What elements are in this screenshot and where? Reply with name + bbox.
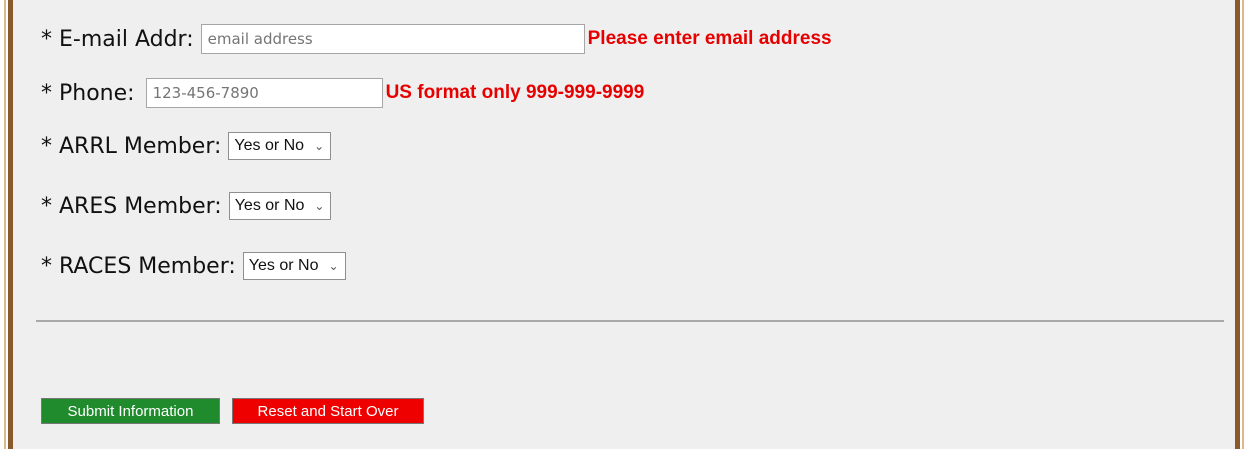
email-row: * E-mail Addr: Please enter email addres…	[41, 24, 832, 54]
races-row: * RACES Member: Yes or No ⌄	[41, 252, 346, 280]
ares-label: * ARES Member:	[41, 193, 222, 219]
races-label: * RACES Member:	[41, 253, 236, 279]
email-field[interactable]	[200, 24, 585, 54]
form-panel: * E-mail Addr: Please enter email addres…	[4, 0, 1244, 449]
ares-row: * ARES Member: Yes or No ⌄	[41, 192, 332, 220]
email-error: Please enter email address	[587, 28, 832, 49]
chevron-down-icon: ⌄	[328, 259, 339, 273]
chevron-down-icon: ⌄	[314, 139, 325, 153]
phone-row: * Phone: US format only 999-999-9999	[41, 78, 644, 108]
chevron-down-icon: ⌄	[314, 199, 325, 213]
races-select-value: Yes or No	[248, 257, 319, 274]
arrl-row: * ARRL Member: Yes or No ⌄	[41, 132, 332, 160]
phone-label: * Phone:	[41, 80, 135, 106]
arrl-member-select[interactable]: Yes or No ⌄	[228, 132, 332, 160]
section-divider	[36, 320, 1224, 322]
submit-button[interactable]: Submit Information	[41, 398, 220, 424]
races-member-select[interactable]: Yes or No ⌄	[242, 252, 346, 280]
email-label: * E-mail Addr:	[41, 26, 194, 52]
ares-member-select[interactable]: Yes or No ⌄	[228, 192, 332, 220]
phone-error: US format only 999-999-9999	[385, 82, 645, 103]
arrl-select-value: Yes or No	[234, 137, 305, 154]
ares-select-value: Yes or No	[234, 197, 305, 214]
arrl-label: * ARRL Member:	[41, 133, 222, 159]
phone-field[interactable]	[145, 78, 383, 108]
reset-button[interactable]: Reset and Start Over	[232, 398, 424, 424]
